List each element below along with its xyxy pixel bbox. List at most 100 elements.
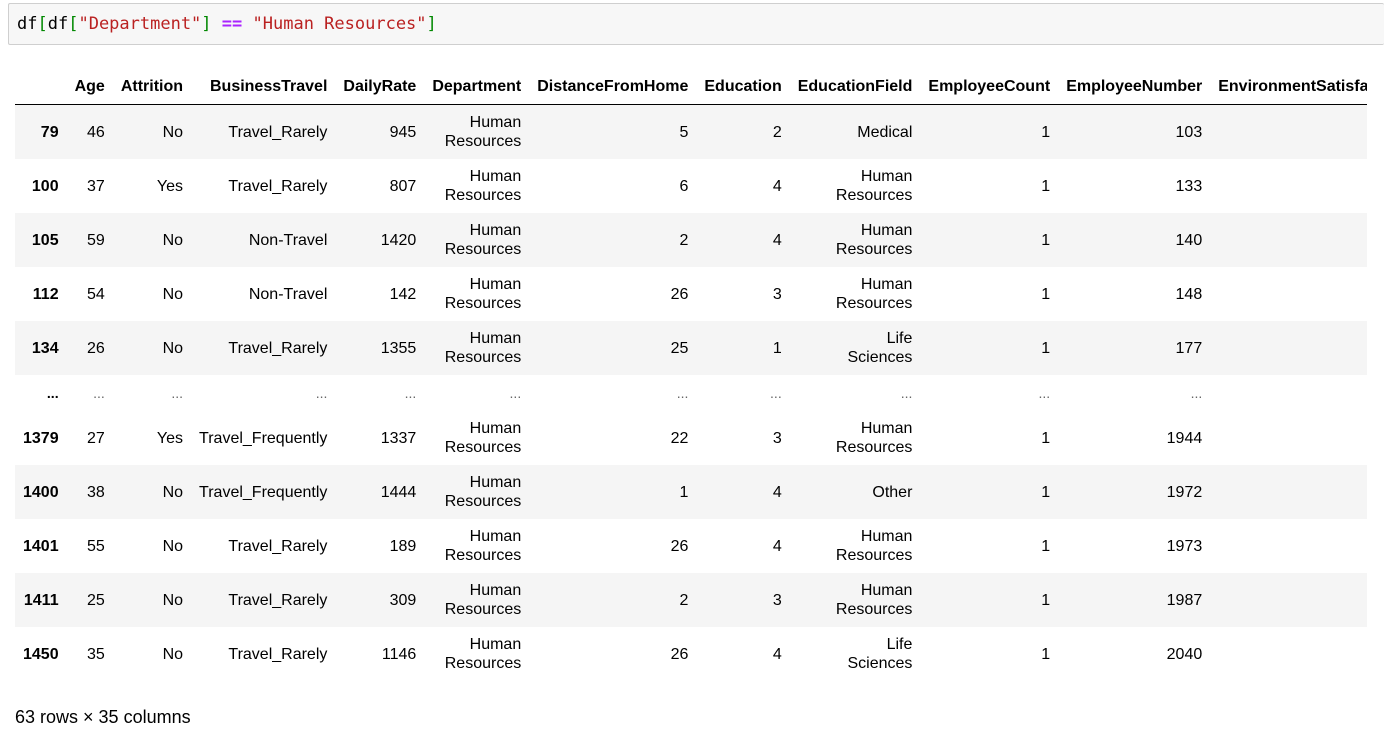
row-index: 79 (40, 123, 59, 141)
table-cell: 3 (772, 285, 782, 303)
table-cell: No (162, 285, 184, 303)
column-header: BusinessTravel (191, 70, 336, 105)
table-row: 134 26 No Travel_Rarely 1355 Human Resources 2… (15, 321, 1367, 375)
table-row: 1400 38 No Travel_Frequently 1444 Human Resou… (15, 465, 1367, 519)
cell-text: Human Resources (444, 330, 522, 366)
table-row: 79 46 No Travel_Rarely 945 Human Resources 5 2 M… (15, 104, 1367, 160)
cell-text: Human Resources (444, 276, 522, 312)
row-index: 100 (31, 177, 59, 195)
column-header: EmployeeCount (920, 70, 1059, 105)
table-cell: 54 (87, 285, 105, 303)
table-cell: 1 (1041, 591, 1051, 609)
table-cell: 2 (679, 591, 689, 609)
code-cell[interactable]: df[df["Department"] == "Human Resources"… (8, 3, 1384, 45)
table-cell: 1337 (380, 429, 417, 447)
table-cell: Human Resources (424, 213, 529, 267)
table-cell: 6 (679, 177, 689, 195)
dataframe-output: Age Attrition BusinessTravel DailyRate Depar… (15, 70, 1367, 681)
table-cell: 4 (772, 231, 782, 249)
row-index: 112 (32, 285, 59, 303)
cell-text: Human Resources (444, 168, 522, 204)
table-cell: ... (93, 385, 105, 401)
table-cell: 4 (772, 537, 782, 555)
table-cell: 5 (679, 123, 689, 141)
table-cell: 133 (1175, 177, 1203, 195)
table-cell: ... (315, 385, 328, 401)
column-header: Education (696, 70, 790, 105)
table-cell: 1 (1041, 123, 1051, 141)
table-cell: ... (171, 385, 184, 401)
table-cell: 1444 (380, 483, 417, 501)
cell-text: Human Resources (444, 636, 522, 672)
table-cell: 1 (1041, 429, 1051, 447)
table-cell: Human Resources (790, 267, 921, 321)
table-cell: Travel_Frequently (199, 483, 328, 501)
table-cell: Human Resources (424, 105, 529, 160)
table-cell: 25 (670, 339, 689, 357)
cell-text: Human Resources (835, 582, 913, 618)
table-cell: Human Resources (424, 267, 529, 321)
table-cell: 2 (679, 231, 689, 249)
table-cell: No (162, 537, 184, 555)
table-cell: No (162, 591, 184, 609)
code-token: df (17, 14, 38, 34)
code-token: "Human Resources" (252, 14, 427, 34)
table-row: 1450 35 No Travel_Rarely 1146 Human Resources… (15, 627, 1367, 681)
table-row: 1379 27 Yes Travel_Frequently 1337 Human Reso… (15, 411, 1367, 465)
column-header: Department (424, 70, 530, 105)
table-cell: Human Resources (790, 411, 921, 465)
table-cell: Human Resources (424, 411, 529, 465)
table-cell: 4 (772, 177, 782, 195)
table-cell: 26 (670, 285, 689, 303)
table-cell: 26 (87, 339, 105, 357)
column-header: Attrition (112, 70, 192, 105)
table-cell: 25 (87, 591, 105, 609)
table-cell: 309 (389, 591, 417, 609)
code-input[interactable]: df[df["Department"] == "Human Resources"… (17, 14, 437, 34)
code-token: [ (68, 14, 79, 34)
table-cell (1210, 411, 1367, 465)
table-cell: 46 (87, 123, 105, 141)
table-cell: 26 (670, 537, 689, 555)
table-cell: 807 (389, 177, 417, 195)
table-cell: 1146 (381, 645, 417, 663)
column-header: DistanceFromHome (529, 70, 697, 105)
cell-text: Human Resources (835, 528, 913, 564)
table-cell: 945 (389, 123, 417, 141)
table-cell: 35 (87, 645, 105, 663)
table-cell: ... (1038, 385, 1051, 401)
table-cell: Human Resources (790, 573, 921, 627)
cell-text: Life Sciences (847, 330, 913, 366)
table-cell: 1944 (1166, 429, 1203, 447)
column-header: EmployeeNumber (1058, 70, 1211, 105)
ellipsis-row: ................................. (15, 375, 1367, 411)
table-cell: 2 (772, 123, 782, 141)
table-cell (1210, 321, 1367, 375)
table-cell: Human Resources (424, 321, 529, 375)
dataframe-table: Age Attrition BusinessTravel DailyRate Depar… (15, 70, 1367, 681)
table-cell: 1420 (380, 231, 417, 249)
table-cell: 1973 (1166, 537, 1203, 555)
cell-text: Human Resources (444, 582, 522, 618)
table-cell: Travel_Rarely (228, 591, 328, 609)
column-header: EducationField (789, 70, 921, 105)
cell-text: Life Sciences (847, 636, 913, 672)
table-cell: 4 (772, 483, 782, 501)
table-row: 100 37 Yes Travel_Rarely 807 Human Resources 6… (15, 159, 1367, 213)
table-cell: 2040 (1166, 645, 1203, 663)
table-cell: Life Sciences (790, 321, 921, 375)
code-token: [ (37, 14, 48, 34)
code-token: ] (426, 14, 437, 34)
row-index: 1401 (23, 537, 59, 555)
table-cell: 1 (1041, 537, 1051, 555)
table-cell: Non-Travel (248, 285, 328, 303)
table-cell (1210, 267, 1367, 321)
table-cell: ... (404, 385, 417, 401)
cell-text: Other (872, 483, 913, 501)
table-cell: 1 (679, 483, 689, 501)
table-cell (1210, 465, 1367, 519)
code-token: df (47, 14, 69, 34)
table-cell: 1 (1041, 231, 1051, 249)
table-cell: Human Resources (790, 213, 921, 267)
table-cell: No (162, 339, 184, 357)
